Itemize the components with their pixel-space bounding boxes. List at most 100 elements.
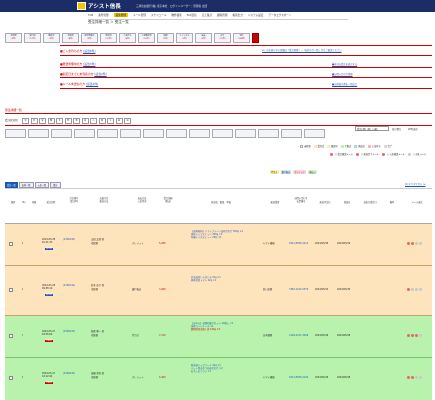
tab-status[interactable]: 入金待ち (4件) xyxy=(119,33,136,43)
nav-item[interactable]: 顧客管理 xyxy=(217,13,227,17)
filter-button[interactable]: 発 xyxy=(73,118,80,124)
nav-item[interactable]: FAX送信 xyxy=(187,13,197,17)
mail-dot-icon xyxy=(419,242,422,245)
nav-item[interactable]: 物件検索 xyxy=(171,13,181,17)
row-checkbox[interactable] xyxy=(9,242,13,246)
nav-item[interactable]: 帳票出力 xyxy=(232,13,242,17)
notice-right-link[interactable]: ■本日の受注を表示する xyxy=(332,62,357,66)
nav-item[interactable]: スケジュール xyxy=(151,13,166,17)
tab-status[interactable]: 保留 (2件) xyxy=(157,33,174,43)
app-title: アシスト信長 xyxy=(88,4,121,10)
column-tab[interactable] xyxy=(258,129,279,138)
tab-status[interactable]: 返品 (0件) xyxy=(195,33,212,43)
nav-item[interactable]: TOP xyxy=(88,14,93,17)
legend-mail-item: ○ 入金確認メール xyxy=(381,152,405,156)
filter-button[interactable]: 入 xyxy=(90,118,97,124)
filter-button[interactable]: 返 xyxy=(115,118,123,124)
column-tab[interactable] xyxy=(235,129,256,138)
row-checkbox[interactable] xyxy=(9,376,13,380)
column-tab[interactable] xyxy=(74,129,95,138)
column-tab[interactable] xyxy=(189,129,210,138)
row-order-id[interactable]: (2306145) xyxy=(63,238,75,241)
tab-alert-icon[interactable] xyxy=(252,33,259,43)
column-tab[interactable] xyxy=(28,129,49,138)
tab-status[interactable]: 全件 (104件) xyxy=(233,33,250,43)
row-customer[interactable]: 山田 太郎 様 xyxy=(91,238,104,241)
item-line[interactable]: お手入れブラシ ×1 xyxy=(191,370,259,373)
filter-button[interactable]: キ xyxy=(107,118,114,124)
column-tab[interactable] xyxy=(143,129,164,138)
row-carrier: ヤマト運輸 xyxy=(263,242,275,245)
filter-button[interactable]: 受 xyxy=(39,118,46,124)
row-tracking[interactable]: 1209-4471-3306 xyxy=(289,334,308,337)
row-items: 無添加ドッグフード 2kg ×1 ペット用おやつ詰め合わせ ×2 お手入れブラシ… xyxy=(191,364,259,373)
legend-item: 発送済 xyxy=(354,144,365,148)
row-pay: 銀行振込 xyxy=(132,288,142,291)
legend-mail: ○ 受注確認メール ○ 発送完了メール ○ 入金確認メール ○ お礼メール xyxy=(330,152,426,156)
notice-right-link[interactable]: ■お問い合わせ管理 xyxy=(332,72,353,76)
column-tab[interactable] xyxy=(120,129,141,138)
sort-select[interactable]: 受注日時（新しい順） xyxy=(355,126,389,131)
nav-item-active[interactable]: 受注管理 xyxy=(113,13,128,17)
row-order-id[interactable]: (2306142) xyxy=(63,372,75,375)
tab-status[interactable]: キャンセル (1件) xyxy=(176,33,193,43)
column-tab[interactable] xyxy=(97,129,118,138)
tab-status[interactable]: 発送準備中 (5件) xyxy=(81,33,98,43)
nav-item[interactable]: システム設定 xyxy=(248,13,264,17)
pagination[interactable]: [1] 2 3 4 5 次へ ≫ xyxy=(405,182,425,186)
nav-item[interactable]: データエクスポート xyxy=(268,13,291,17)
row-order-id[interactable]: (2306143) xyxy=(63,330,75,333)
tab-status[interactable]: 未処理 (0件) xyxy=(5,33,22,43)
table-row[interactable]: 4 2024-05-27 16:12:44 手配済 (2306142) 高橋 美… xyxy=(5,358,432,400)
tab-status[interactable]: 受付済 (12件) xyxy=(24,33,41,43)
notice-divider xyxy=(60,55,432,56)
filter-button[interactable]: 確 xyxy=(47,118,55,124)
row-checkbox[interactable] xyxy=(9,334,13,338)
filter-button[interactable]: 保 xyxy=(98,118,106,124)
row-customer[interactable]: 佐藤 健一 様 xyxy=(91,330,104,333)
notice-info-link[interactable]: ※このお知らせの詳細は「受注管理」→「お知らせ一覧」からご確認ください xyxy=(262,48,342,52)
nav-item[interactable]: 売上集計 xyxy=(202,13,212,17)
table-row[interactable]: 1 2024-05-28 10:21:33 受付済 (2306145) 山田 太… xyxy=(5,224,432,266)
tab-status[interactable]: 完了 (31件) xyxy=(214,33,231,43)
row-tracking[interactable]: 3382-1104-5579 xyxy=(289,288,308,291)
item-line[interactable]: 熊本県産トマト 2kg ×1 xyxy=(191,279,259,282)
column-tab[interactable] xyxy=(212,129,233,138)
column-tab[interactable] xyxy=(166,129,187,138)
filter-button[interactable]: 未 xyxy=(30,118,38,124)
filter-button[interactable]: 全 xyxy=(22,118,29,124)
row-tracking[interactable]: 4521-8830-2214 xyxy=(289,242,308,245)
row-mail-status xyxy=(407,376,423,380)
section-label: 受注詳細一覧 xyxy=(5,108,22,112)
row-due: 2024/05/30 xyxy=(315,242,329,245)
row-items: 【送料無料】ドライフルーツ詰め合わせ 500g ×1 国産ミックスナッツ 300… xyxy=(191,230,259,239)
item-line[interactable]: 有機ルイボスティー 20包 ×1 xyxy=(191,236,259,239)
nav-item[interactable]: 案件管理 xyxy=(98,13,108,17)
row-checkbox[interactable] xyxy=(9,288,13,292)
row-customer[interactable]: 鈴木 花子 様 xyxy=(91,284,104,287)
tab-status[interactable]: 確認中 (3件) xyxy=(43,33,60,43)
notice-right-link[interactable]: ■出荷指示書を一括出力 xyxy=(332,82,357,86)
row-order-id[interactable]: (2306144) xyxy=(63,284,75,287)
mail-dot-icon xyxy=(415,288,418,291)
item-line[interactable]: 静岡県産深蒸し茶 100g ×3 xyxy=(191,328,259,331)
per-page[interactable]: 20件表示 xyxy=(408,127,418,131)
column-tab[interactable] xyxy=(304,129,325,138)
row-tracking[interactable]: 4521-8830-2190 xyxy=(289,376,308,379)
tab-status[interactable]: 手配済 (8件) xyxy=(62,33,79,43)
column-tab[interactable] xyxy=(5,129,26,138)
column-tab[interactable] xyxy=(281,129,302,138)
filter-button[interactable]: 準 xyxy=(64,118,72,124)
table-row[interactable]: 2 2024-05-28 09:58:10 受付済 (2306144) 鈴木 花… xyxy=(5,266,432,316)
tab-status[interactable]: 入金確認済 (16件) xyxy=(138,33,155,43)
filter-button[interactable]: 待 xyxy=(81,118,89,124)
notice-border xyxy=(60,45,432,46)
row-customer[interactable]: 高橋 美咲 様 xyxy=(91,372,104,375)
table-row[interactable]: 3 2024-05-27 18:45:02 手配済 (2306143) 佐藤 健… xyxy=(5,316,432,358)
filter-button[interactable]: 完 xyxy=(124,118,131,124)
filter-button[interactable]: 手 xyxy=(56,118,63,124)
row-ship: 宅配便 xyxy=(91,288,98,291)
tab-status[interactable]: 発送済 (22件) xyxy=(100,33,117,43)
nav-item[interactable]: メール管理 xyxy=(133,13,146,17)
column-tab[interactable] xyxy=(51,129,72,138)
